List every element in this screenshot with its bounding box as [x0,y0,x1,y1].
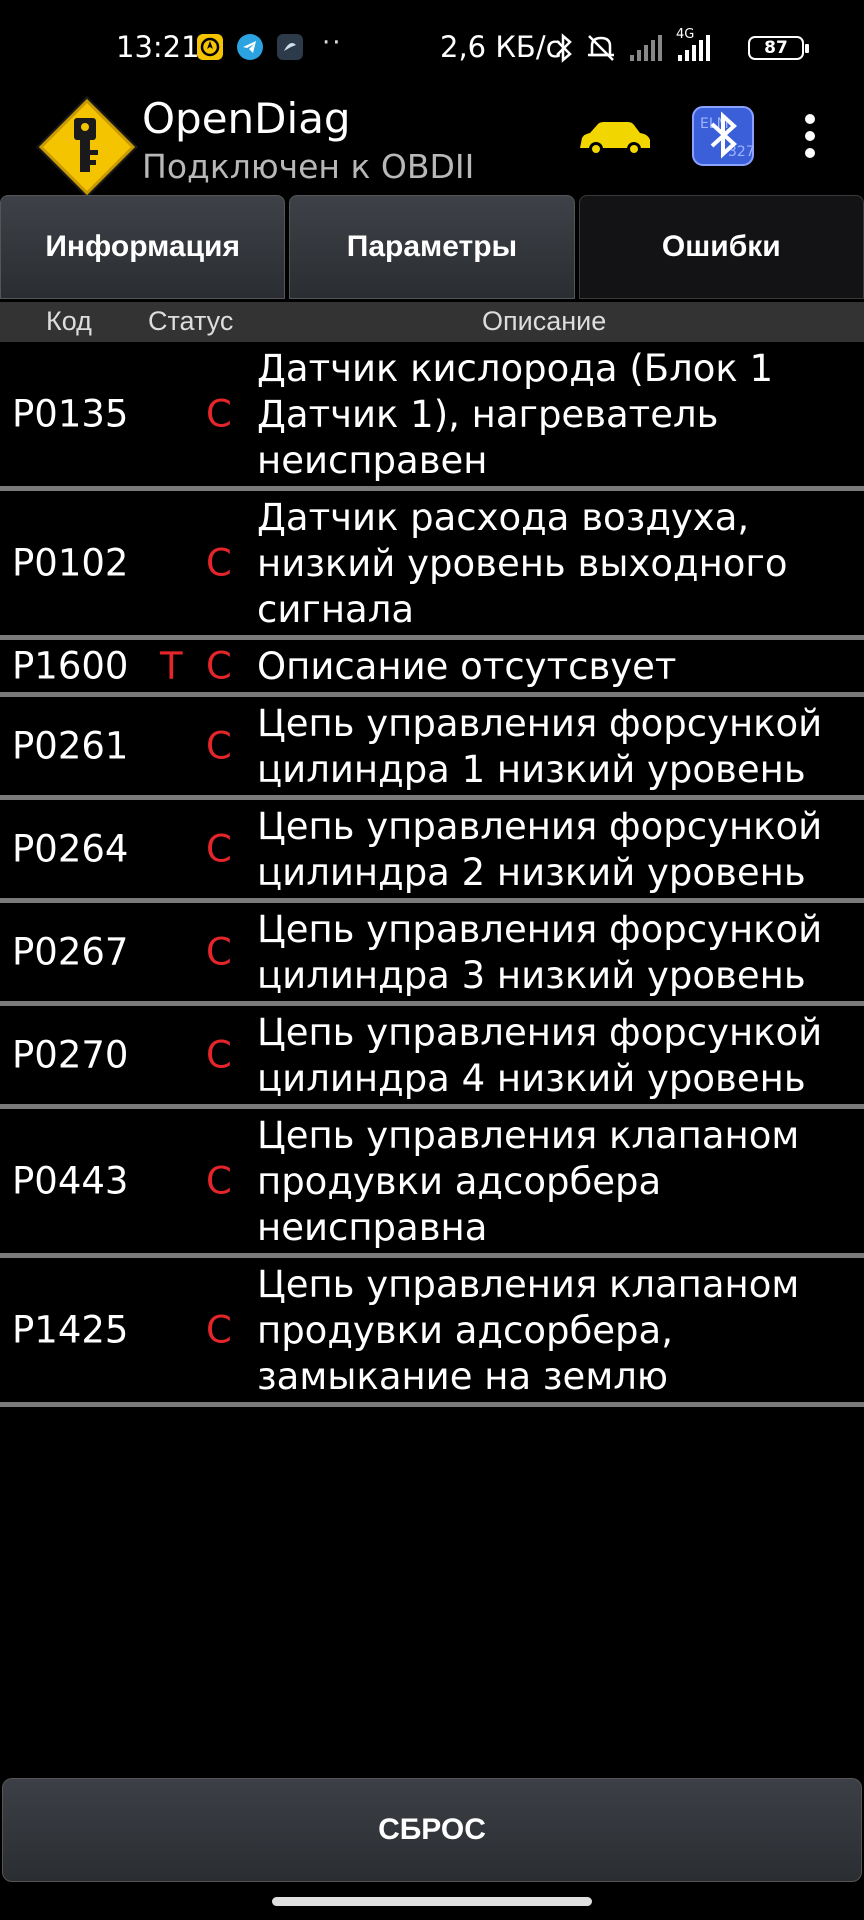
error-code: P0264 [12,827,129,871]
battery-icon: 87 [748,36,809,60]
table-row[interactable]: P0270 C Цепь управления форсункой цилинд… [0,1006,864,1109]
error-list: P0135 C Датчик кислорода (Блок 1 Датчик … [0,342,864,1407]
connection-status: Подключен к OBDII [142,147,475,186]
table-row[interactable]: P0264 C Цепь управления форсункой цилинд… [0,800,864,903]
bluetooth-adapter-icon[interactable]: ELM 327 [692,106,754,166]
car-icon[interactable] [578,118,652,158]
tab-parameters[interactable]: Параметры [289,195,575,299]
mute-bell-icon [588,35,614,61]
error-code: P0443 [12,1159,129,1203]
tab-bar: Информация Параметры Ошибки [0,195,864,299]
bluetooth-status-icon [556,33,572,63]
signal-4g-icon: 4G [674,27,714,63]
error-code: P0267 [12,930,129,974]
signal-icon [630,35,662,61]
notification-app-icon [277,34,303,60]
tab-errors[interactable]: Ошибки [578,195,864,299]
table-row[interactable]: P0443 C Цепь управления клапаном продувк… [0,1109,864,1258]
table-header: Код Статус Описание [0,302,864,342]
status-time: 13:21 [116,30,200,64]
tab-info[interactable]: Информация [0,195,286,299]
logo-diamond-key-icon [36,96,138,198]
battery-level: 87 [764,38,788,58]
notification-telegram-icon [237,34,263,60]
status-c: C [206,541,232,585]
error-code: P1425 [12,1308,129,1352]
error-code: P0261 [12,724,129,768]
notification-navigator-icon [197,34,223,60]
reset-button[interactable]: СБРОС [2,1778,862,1882]
table-row[interactable]: P1600 T C Описание отсутсвует [0,640,864,697]
header-description: Описание [482,306,607,336]
status-t: T [160,644,183,688]
status-c: C [206,1033,232,1077]
error-code: P0270 [12,1033,129,1077]
error-description: Цепь управления клапаном продувки адсорб… [257,1114,800,1249]
table-row[interactable]: P1425 C Цепь управления клапаном продувк… [0,1258,864,1407]
status-icons: 4G [554,27,714,66]
status-c: C [206,1308,232,1352]
app-bar: OpenDiag Подключен к OBDII ELM 327 [0,92,864,198]
status-c: C [206,827,232,871]
network-type: 4G [676,27,695,42]
error-description: Цепь управления форсункой цилиндра 4 низ… [257,1011,823,1100]
status-c: C [206,1159,232,1203]
more-notifications-dots: ·· [322,28,343,58]
error-description: Датчик расхода воздуха, низкий уровень в… [257,496,788,631]
home-indicator[interactable] [272,1897,592,1906]
table-row[interactable]: P0261 C Цепь управления форсункой цилинд… [0,697,864,800]
status-bar: 13:21 ·· 2,6 КБ/с 4G 87 [0,0,864,92]
status-c: C [206,392,232,436]
status-c: C [206,644,232,688]
network-speed: 2,6 КБ/с [440,30,562,64]
header-status: Статус [148,306,234,336]
more-vert-icon[interactable] [804,114,816,158]
error-code: P0102 [12,541,129,585]
error-description: Цепь управления форсункой цилиндра 3 низ… [257,908,823,997]
error-description: Описание отсутсвует [257,645,677,688]
table-row[interactable]: P0135 C Датчик кислорода (Блок 1 Датчик … [0,342,864,491]
error-description: Цепь управления клапаном продувки адсорб… [257,1263,800,1398]
error-description: Цепь управления форсункой цилиндра 1 низ… [257,702,823,791]
header-code: Код [46,306,92,336]
error-code: P1600 [12,644,129,688]
error-description: Цепь управления форсункой цилиндра 2 низ… [257,805,823,894]
status-c: C [206,724,232,768]
error-description: Датчик кислорода (Блок 1 Датчик 1), нагр… [257,347,774,482]
table-row[interactable]: P0102 C Датчик расхода воздуха, низкий у… [0,491,864,640]
app-title: OpenDiag [142,94,351,143]
error-code: P0135 [12,392,129,436]
status-c: C [206,930,232,974]
table-row[interactable]: P0267 C Цепь управления форсункой цилинд… [0,903,864,1006]
